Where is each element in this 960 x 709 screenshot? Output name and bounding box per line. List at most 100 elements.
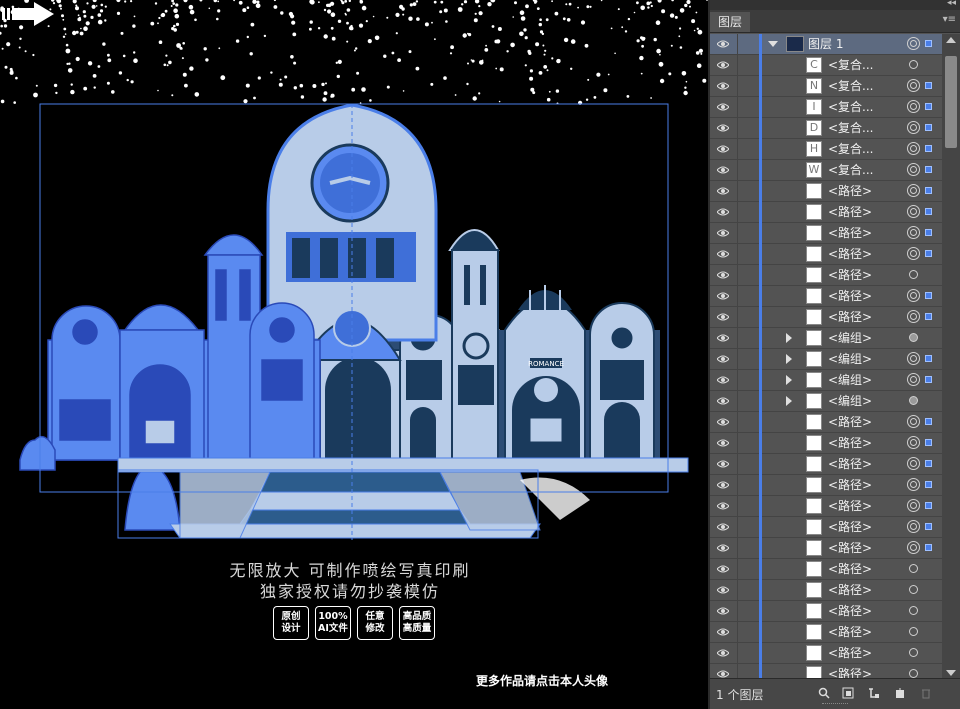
visibility-eye-icon[interactable] bbox=[717, 459, 729, 469]
visibility-eye-icon[interactable] bbox=[717, 186, 729, 196]
castle-artwork[interactable]: ROMANCE bbox=[0, 0, 708, 709]
layer-name[interactable]: <路径> bbox=[828, 435, 872, 451]
lock-column[interactable] bbox=[737, 391, 738, 412]
expand-triangle-icon[interactable] bbox=[786, 354, 792, 364]
layer-name[interactable]: <路径> bbox=[828, 225, 872, 241]
target-circle-icon[interactable] bbox=[907, 163, 920, 176]
panel-menu-icon[interactable]: ▾≡ bbox=[943, 14, 956, 25]
scroll-up-icon[interactable] bbox=[946, 37, 956, 43]
layer-row[interactable]: D <复合... bbox=[710, 118, 942, 139]
layer-row[interactable]: <路径> bbox=[710, 496, 942, 517]
selected-art-indicator[interactable] bbox=[925, 439, 932, 446]
layer-row[interactable]: <路径> bbox=[710, 202, 942, 223]
target-circle-icon[interactable] bbox=[907, 100, 920, 113]
layer-name[interactable]: <路径> bbox=[828, 183, 872, 199]
layer-row-parent[interactable]: 图层 1 bbox=[710, 34, 942, 55]
layer-row[interactable]: <路径> bbox=[710, 223, 942, 244]
target-circle-icon[interactable] bbox=[907, 121, 920, 134]
layer-row[interactable]: <路径> bbox=[710, 517, 942, 538]
visibility-eye-icon[interactable] bbox=[717, 375, 729, 385]
target-circle-icon[interactable] bbox=[907, 415, 920, 428]
lock-column[interactable] bbox=[737, 580, 738, 601]
collapse-icon[interactable]: ◂◂ bbox=[947, 0, 956, 8]
selected-art-indicator[interactable] bbox=[925, 103, 932, 110]
target-circle-icon[interactable] bbox=[907, 352, 920, 365]
target-circle-icon[interactable] bbox=[907, 373, 920, 386]
target-circle-icon[interactable] bbox=[907, 478, 920, 491]
lock-column[interactable] bbox=[737, 538, 738, 559]
new-sublayer-icon[interactable] bbox=[868, 687, 880, 699]
visibility-eye-icon[interactable] bbox=[717, 60, 729, 70]
layer-row[interactable]: <编组> bbox=[710, 391, 942, 412]
layer-row[interactable]: <路径> bbox=[710, 286, 942, 307]
collapse-triangle-icon[interactable] bbox=[768, 41, 778, 47]
layer-name[interactable]: <复合... bbox=[828, 57, 874, 73]
lock-column[interactable] bbox=[737, 349, 738, 370]
selected-art-indicator[interactable] bbox=[925, 292, 932, 299]
lock-column[interactable] bbox=[737, 244, 738, 265]
layer-name[interactable]: <路径> bbox=[828, 645, 872, 661]
visibility-eye-icon[interactable] bbox=[717, 312, 729, 322]
layer-row[interactable]: <编组> bbox=[710, 370, 942, 391]
layer-name[interactable]: <路径> bbox=[828, 624, 872, 640]
target-circle-icon[interactable] bbox=[909, 270, 918, 279]
lock-column[interactable] bbox=[737, 286, 738, 307]
lock-column[interactable] bbox=[737, 433, 738, 454]
layer-name[interactable]: <复合... bbox=[828, 78, 874, 94]
layer-row[interactable]: <路径> bbox=[710, 181, 942, 202]
lock-column[interactable] bbox=[737, 328, 738, 349]
visibility-eye-icon[interactable] bbox=[717, 39, 729, 49]
selected-art-indicator[interactable] bbox=[925, 460, 932, 467]
layer-name[interactable]: <路径> bbox=[828, 519, 872, 535]
selected-art-indicator[interactable] bbox=[925, 250, 932, 257]
layer-row[interactable]: <路径> bbox=[710, 601, 942, 622]
target-circle-icon[interactable] bbox=[907, 226, 920, 239]
target-circle-icon[interactable] bbox=[907, 520, 920, 533]
target-circle-icon[interactable] bbox=[909, 627, 918, 636]
target-circle-icon[interactable] bbox=[909, 564, 918, 573]
target-circle-icon[interactable] bbox=[909, 396, 918, 405]
lock-column[interactable] bbox=[737, 55, 738, 76]
layer-row[interactable]: <路径> bbox=[710, 412, 942, 433]
visibility-eye-icon[interactable] bbox=[717, 354, 729, 364]
scroll-down-icon[interactable] bbox=[946, 670, 956, 676]
layer-name[interactable]: <路径> bbox=[828, 204, 872, 220]
target-circle-icon[interactable] bbox=[907, 310, 920, 323]
selected-art-indicator[interactable] bbox=[925, 166, 932, 173]
new-layer-icon[interactable] bbox=[894, 687, 906, 699]
layer-name[interactable]: <复合... bbox=[828, 99, 874, 115]
layer-name[interactable]: <路径> bbox=[828, 414, 872, 430]
layer-row[interactable]: <路径> bbox=[710, 265, 942, 286]
layers-scrollbar[interactable] bbox=[942, 34, 960, 679]
target-circle-icon[interactable] bbox=[909, 333, 918, 342]
visibility-eye-icon[interactable] bbox=[717, 606, 729, 616]
target-circle-icon[interactable] bbox=[907, 289, 920, 302]
layer-name[interactable]: <路径> bbox=[828, 246, 872, 262]
target-circle-icon[interactable] bbox=[907, 142, 920, 155]
visibility-eye-icon[interactable] bbox=[717, 564, 729, 574]
lock-column[interactable] bbox=[737, 370, 738, 391]
visibility-eye-icon[interactable] bbox=[717, 438, 729, 448]
layer-row[interactable]: <路径> bbox=[710, 559, 942, 580]
layer-row[interactable]: <路径> bbox=[710, 643, 942, 664]
lock-column[interactable] bbox=[737, 454, 738, 475]
layer-row[interactable]: <路径> bbox=[710, 580, 942, 601]
lock-column[interactable] bbox=[737, 517, 738, 538]
selected-art-indicator[interactable] bbox=[925, 229, 932, 236]
artboard-canvas[interactable]: ROMANCE 无限放大 可制作喷绘写真印刷 独家授权请勿抄袭模仿 原创 设计 … bbox=[0, 0, 708, 709]
target-circle-icon[interactable] bbox=[909, 648, 918, 657]
selected-art-indicator[interactable] bbox=[925, 376, 932, 383]
layer-row[interactable]: N <复合... bbox=[710, 76, 942, 97]
lock-column[interactable] bbox=[737, 76, 738, 97]
visibility-eye-icon[interactable] bbox=[717, 480, 729, 490]
layer-row[interactable]: <路径> bbox=[710, 538, 942, 559]
layer-name[interactable]: <复合... bbox=[828, 120, 874, 136]
target-circle-icon[interactable] bbox=[907, 184, 920, 197]
visibility-eye-icon[interactable] bbox=[717, 543, 729, 553]
clipping-mask-icon[interactable] bbox=[842, 687, 854, 699]
layer-row[interactable]: <路径> bbox=[710, 433, 942, 454]
target-circle-icon[interactable] bbox=[907, 37, 920, 50]
layer-name[interactable]: <编组> bbox=[828, 330, 872, 346]
lock-column[interactable] bbox=[737, 643, 738, 664]
layer-row[interactable]: <路径> bbox=[710, 454, 942, 475]
